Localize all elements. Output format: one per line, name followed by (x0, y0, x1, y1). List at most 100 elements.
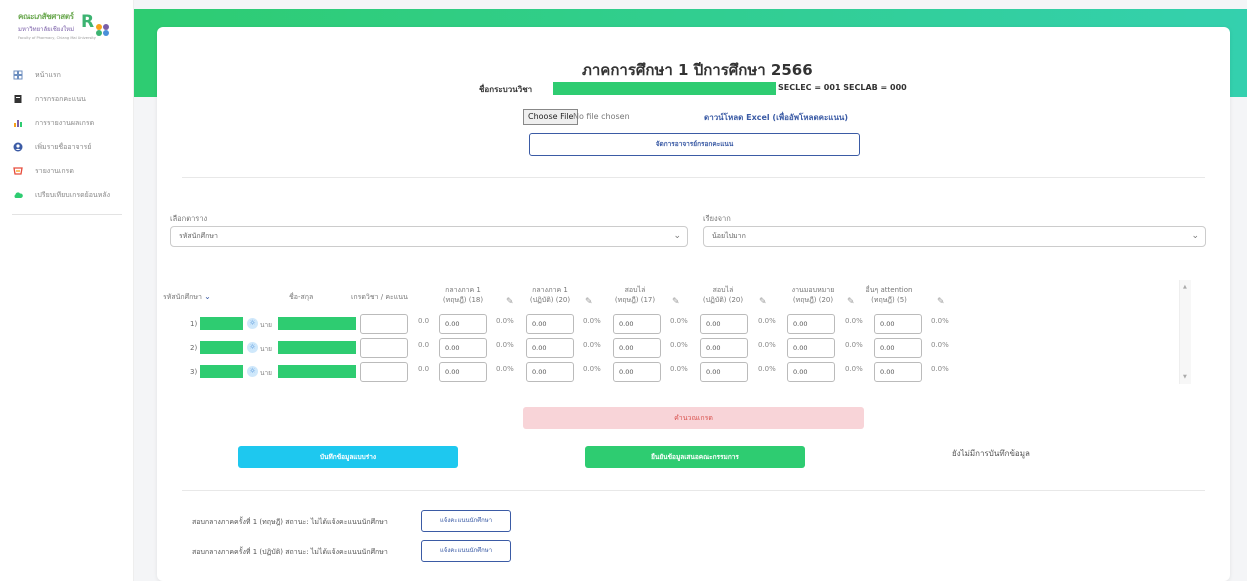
home-icon (12, 69, 24, 81)
sort-select[interactable]: น้อยไปมาก ⌄ (703, 226, 1206, 247)
score-input[interactable]: 0.00 (613, 362, 661, 382)
table-select[interactable]: รหัสนักศึกษา ⌄ (170, 226, 688, 247)
notify-students-button[interactable]: แจ้งคะแนนนักศึกษา (421, 510, 511, 532)
student-info-icon[interactable]: ☼ (247, 342, 258, 353)
score-input[interactable]: 0.00 (439, 338, 487, 358)
sidebar-item-label: การรายงานผลเกรด (35, 118, 95, 127)
choose-file-button[interactable]: Choose File (523, 109, 579, 125)
chevron-down-icon: ⌄ (673, 231, 681, 241)
edit-icon[interactable]: ✎ (506, 297, 514, 307)
user-circle-icon (12, 141, 24, 153)
sidebar: คณะเภสัชศาสตร์ มหาวิทยาลัยเชียงใหม่ Facu… (0, 0, 134, 581)
score-percent: 0.0% (931, 341, 949, 349)
table-select-value: รหัสนักศึกษา (179, 232, 218, 240)
score-input[interactable]: 0.00 (700, 338, 748, 358)
sidebar-divider (12, 214, 122, 215)
logo-dot (103, 30, 109, 36)
score-input[interactable]: 0.00 (613, 338, 661, 358)
sidebar-item-add-teacher[interactable]: เพิ่มรายชื่ออาจารย์ (12, 138, 110, 156)
notify-students-button[interactable]: แจ้งคะแนนนักศึกษา (421, 540, 511, 562)
grade-input[interactable] (360, 314, 408, 334)
section-divider (182, 177, 1205, 178)
faculty-logo[interactable]: คณะเภสัชศาสตร์ มหาวิทยาลัยเชียงใหม่ Facu… (18, 10, 118, 44)
total-score: 0.0 (418, 341, 430, 349)
logo-dots-icon (96, 24, 112, 36)
score-input[interactable]: 0.00 (439, 362, 487, 382)
score-input[interactable]: 0.00 (787, 338, 835, 358)
total-score: 0.0 (418, 365, 430, 373)
score-input[interactable]: 0.00 (700, 314, 748, 334)
chevron-down-icon: ⌄ (1191, 231, 1199, 241)
col-header-name: ชื่อ-สกุล (289, 293, 314, 301)
sidebar-item-grade-summary[interactable]: รายงานเกรด (12, 162, 110, 180)
score-percent: 0.0% (758, 341, 776, 349)
col-header-line2: (ทฤษฎี) (17) (614, 296, 656, 304)
student-id-redacted (200, 365, 243, 378)
score-percent: 0.0% (845, 365, 863, 373)
col-header-assignment: งานมอบหมาย (ทฤษฎี) (20) (784, 285, 842, 305)
report-icon (12, 165, 24, 177)
col-header-attention: อื่นๆ attention (ทฤษฎี) (5) (853, 285, 925, 305)
course-name-label: ชื่อกระบวนวิชา (479, 85, 533, 94)
sidebar-item-label: รายงานเกรด (35, 166, 74, 175)
col-header-line1: กลางภาค 1 (532, 286, 568, 294)
edit-icon[interactable]: ✎ (672, 297, 680, 307)
score-input[interactable]: 0.00 (874, 314, 922, 334)
sidebar-item-grade-report[interactable]: การรายงานผลเกรด (12, 114, 110, 132)
score-input[interactable]: 0.00 (787, 362, 835, 382)
confirm-submit-button[interactable]: ยืนยันข้อมูลเสนอคณะกรรมการ (585, 446, 805, 468)
scroll-down-icon[interactable]: ▼ (1183, 374, 1187, 380)
table-scrollbar[interactable]: ▲ ▼ (1179, 280, 1191, 384)
edit-icon[interactable]: ✎ (585, 297, 593, 307)
score-percent: 0.0% (845, 317, 863, 325)
table-select-label: เลือกตาราง (170, 214, 208, 223)
page-title: ภาคการศึกษา 1 ปีการศึกษา 2566 (582, 61, 813, 79)
download-excel-link[interactable]: ดาวน์โหลด Excel (เพื่ออัพโหลดคะแนน) (704, 111, 848, 124)
row-number: 2) (190, 344, 198, 352)
score-percent: 0.0% (758, 365, 776, 373)
student-info-icon[interactable]: ☼ (247, 318, 258, 329)
score-input[interactable]: 0.00 (787, 314, 835, 334)
main-card: ภาคการศึกษา 1 ปีการศึกษา 2566 ชื่อกระบวน… (157, 27, 1230, 581)
save-draft-button[interactable]: บันทึกข้อมูลแบบร่าง (238, 446, 458, 468)
name-prefix: นาย (260, 321, 272, 329)
edit-icon[interactable]: ✎ (759, 297, 767, 307)
score-percent: 0.0% (496, 365, 514, 373)
score-percent: 0.0% (496, 317, 514, 325)
logo-mark: R (81, 12, 95, 32)
sidebar-item-home[interactable]: หน้าแรก (12, 66, 110, 84)
student-info-icon[interactable]: ☼ (247, 366, 258, 377)
score-input[interactable]: 0.00 (874, 338, 922, 358)
logo-dot (96, 30, 102, 36)
score-percent: 0.0% (583, 341, 601, 349)
col-header-midterm-practice: กลางภาค 1 (ปฏิบัติ) (20) (524, 285, 576, 305)
sidebar-item-score-entry[interactable]: การกรอกคะแนน (12, 90, 110, 108)
score-percent: 0.0% (583, 317, 601, 325)
score-input[interactable]: 0.00 (874, 362, 922, 382)
score-input[interactable]: 0.00 (526, 314, 574, 334)
sidebar-item-label: เพิ่มรายชื่ออาจารย์ (35, 142, 92, 151)
scroll-up-icon[interactable]: ▲ (1183, 284, 1187, 290)
score-input[interactable]: 0.00 (439, 314, 487, 334)
col-header-student-id[interactable]: รหัสนักศึกษา ⌄ (163, 292, 211, 302)
sort-select-label: เรียงจาก (703, 214, 731, 223)
name-prefix: นาย (260, 369, 272, 377)
score-percent: 0.0% (845, 341, 863, 349)
midterm-practice-status: สอบกลางภาคครั้งที่ 1 (ปฏิบัติ) สถานะ: ไม… (192, 548, 388, 556)
col-header-line1: สอบไล่ (624, 286, 646, 294)
save-status: ยังไม่มีการบันทึกข้อมูล (952, 449, 1030, 458)
manage-teachers-button[interactable]: จัดการอาจารย์กรอกคะแนน (529, 133, 860, 156)
score-input[interactable]: 0.00 (613, 314, 661, 334)
score-input[interactable]: 0.00 (526, 362, 574, 382)
sort-chevron-icon[interactable]: ⌄ (204, 292, 211, 301)
name-prefix: นาย (260, 345, 272, 353)
score-input[interactable]: 0.00 (526, 338, 574, 358)
col-header-line2: (ทฤษฎี) (18) (442, 296, 484, 304)
sidebar-item-compare-grades[interactable]: เปรียบเทียบเกรดย้อนหลัง (12, 186, 110, 204)
grade-input[interactable] (360, 362, 408, 382)
grade-input[interactable] (360, 338, 408, 358)
score-input[interactable]: 0.00 (700, 362, 748, 382)
edit-icon[interactable]: ✎ (937, 297, 945, 307)
col-header-line1: กลางภาค 1 (445, 286, 481, 294)
calculate-grade-button[interactable]: คำนวณเกรด (523, 407, 864, 429)
